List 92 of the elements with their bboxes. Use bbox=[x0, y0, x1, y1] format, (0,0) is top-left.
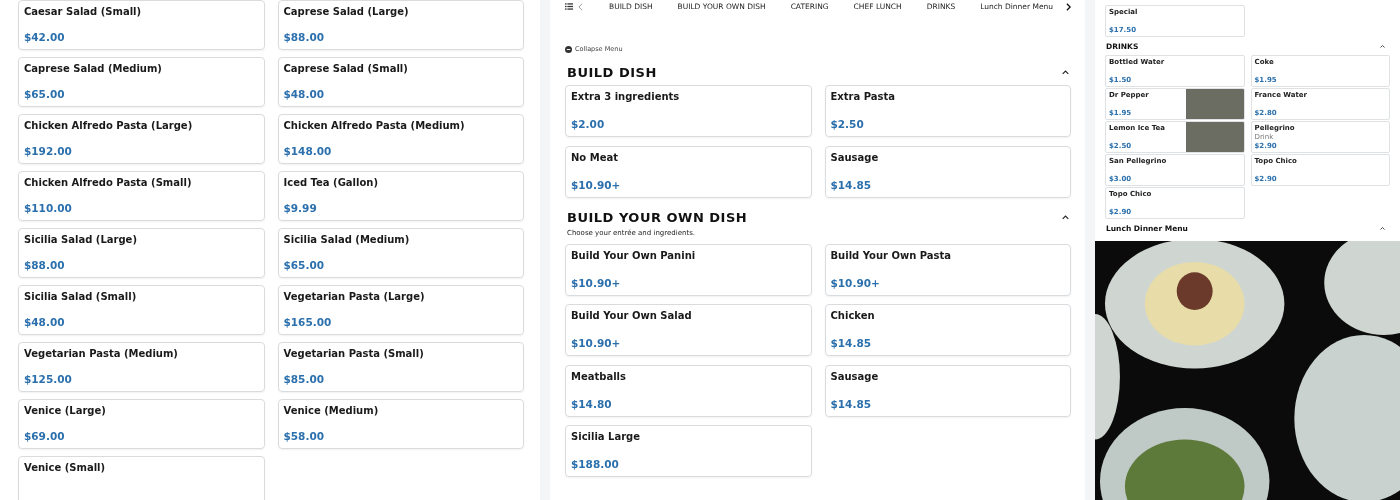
item-name: Sausage bbox=[830, 151, 879, 163]
chevron-up-icon[interactable] bbox=[1062, 214, 1069, 220]
menu-item-card[interactable]: Venice (Large) $69.00 bbox=[18, 399, 265, 449]
menu-item-card[interactable]: Chicken Alfredo Pasta (Medium) $148.00 bbox=[277, 114, 524, 164]
menu-item-card[interactable]: No Meat $10.90+ bbox=[565, 145, 812, 198]
menu-item-card[interactable]: Caprese Salad (Large) $88.00 bbox=[277, 0, 524, 50]
item-price: $10.90+ bbox=[571, 178, 621, 191]
item-price: $65.00 bbox=[283, 259, 325, 271]
item-price: $14.85 bbox=[830, 397, 872, 410]
item-price: $42.00 bbox=[24, 31, 65, 43]
menu-item-card[interactable]: Build Your Own Salad $10.90+ bbox=[565, 304, 812, 356]
menu-item-card[interactable]: Iced Tea (Gallon) $9.99 bbox=[277, 171, 524, 221]
item-name: Meatballs bbox=[571, 370, 626, 382]
item-price: $58.00 bbox=[283, 430, 325, 442]
item-price: $10.90+ bbox=[571, 337, 621, 349]
item-name: Sausage bbox=[830, 370, 879, 382]
item-name: Extra Pasta bbox=[830, 91, 895, 102]
item-name: Build Your Own Pasta bbox=[830, 249, 952, 261]
menu-item-card[interactable]: Caprese Salad (Medium) $65.00 bbox=[18, 57, 265, 107]
item-name: Caesar Salad (Small) bbox=[24, 6, 142, 17]
menu-item-card[interactable]: Vegetarian Pasta (Small) $85.00 bbox=[277, 342, 524, 392]
item-price: $69.00 bbox=[24, 430, 65, 442]
item-name: Vegetarian Pasta (Small) bbox=[283, 348, 424, 359]
item-price: $188.00 bbox=[571, 458, 619, 470]
menu-item-card[interactable]: Build Your Own Pasta $10.90+ bbox=[824, 243, 1071, 296]
chevron-up-icon[interactable] bbox=[1380, 227, 1385, 230]
list-icon[interactable] bbox=[565, 3, 573, 10]
chevron-up-icon[interactable] bbox=[1062, 70, 1069, 75]
menu-item-card[interactable]: Caesar Salad (Small) $42.00 bbox=[18, 0, 265, 50]
item-price: $192.00 bbox=[24, 145, 72, 157]
item-name: Caprese Salad (Small) bbox=[283, 63, 408, 74]
item-price: $14.80 bbox=[571, 397, 612, 410]
menu-item-card[interactable]: Chicken Alfredo Pasta (Large) $192.00 bbox=[18, 114, 265, 164]
item-price: $85.00 bbox=[283, 373, 325, 385]
chevron-right-icon[interactable] bbox=[1066, 2, 1071, 11]
section-title: BUILD YOUR OWN DISH bbox=[567, 209, 748, 225]
item-price: $148.00 bbox=[283, 145, 332, 157]
item-price: $10.90+ bbox=[830, 276, 880, 289]
item-name: Chicken Alfredo Pasta (Large) bbox=[24, 120, 193, 131]
menu-item-card[interactable]: Extra 3 ingredients $2.00 bbox=[565, 85, 812, 137]
item-name: Caprese Salad (Medium) bbox=[24, 63, 162, 74]
item-price: $9.99 bbox=[283, 202, 317, 214]
item-name: Build Your Own Panini bbox=[571, 249, 696, 261]
item-price: $2.50 bbox=[830, 118, 864, 130]
section-title: BUILD DISH bbox=[567, 65, 657, 80]
item-name: Vegetarian Pasta (Large) bbox=[283, 291, 425, 302]
menu-item-card[interactable]: Venice (Small) bbox=[18, 456, 265, 500]
menu-item-card[interactable]: Sausage $14.85 bbox=[824, 145, 1071, 198]
item-name: Vegetarian Pasta (Medium) bbox=[24, 348, 178, 359]
menu-item-card[interactable]: Sausage $14.85 bbox=[824, 364, 1071, 417]
item-name: Extra 3 ingredients bbox=[571, 91, 680, 102]
menu-item-card[interactable]: Extra Pasta $2.50 bbox=[824, 85, 1071, 137]
item-name: Chicken bbox=[830, 310, 875, 321]
item-price: $65.00 bbox=[24, 88, 65, 100]
item-price: $48.00 bbox=[283, 88, 325, 100]
item-name: Build Your Own Salad bbox=[571, 310, 692, 321]
menu-item-card[interactable]: Sicilia Salad (Medium) $65.00 bbox=[277, 228, 524, 278]
item-price: $88.00 bbox=[24, 259, 65, 271]
item-name: Venice (Medium) bbox=[283, 405, 379, 416]
menu-item-card[interactable]: Vegetarian Pasta (Large) $165.00 bbox=[277, 285, 524, 335]
menu-item-card[interactable]: Caprese Salad (Small) $48.00 bbox=[277, 57, 524, 107]
menu-item-card[interactable]: Chicken Alfredo Pasta (Small) $110.00 bbox=[18, 171, 265, 221]
menu-item-card[interactable]: Venice (Medium) $58.00 bbox=[277, 399, 524, 449]
menu-item-card[interactable]: Vegetarian Pasta (Medium) $125.00 bbox=[18, 342, 265, 392]
chevron-up-icon[interactable] bbox=[1380, 45, 1385, 48]
menu-item-card[interactable]: Chicken $14.85 bbox=[824, 304, 1071, 356]
menu-item-card[interactable]: Sicilia Large $188.00 bbox=[565, 425, 812, 477]
item-price: $88.00 bbox=[283, 31, 325, 43]
item-name: Sicilia Salad (Small) bbox=[24, 291, 137, 302]
item-price: $14.85 bbox=[830, 337, 872, 349]
menu-item-card[interactable]: Meatballs $14.80 bbox=[565, 364, 812, 417]
item-name: No Meat bbox=[571, 151, 618, 163]
item-price: $14.85 bbox=[830, 178, 872, 191]
item-name: Chicken Alfredo Pasta (Medium) bbox=[283, 120, 465, 131]
item-name: Chicken Alfredo Pasta (Small) bbox=[24, 177, 192, 188]
minus-circle-icon[interactable] bbox=[565, 45, 572, 53]
item-price: $125.00 bbox=[24, 373, 72, 385]
menu-item-card[interactable]: Sicilia Salad (Large) $88.00 bbox=[18, 228, 265, 278]
item-price: $48.00 bbox=[24, 316, 65, 328]
item-name: Sicilia Large bbox=[571, 431, 641, 442]
item-name: Iced Tea (Gallon) bbox=[283, 177, 379, 188]
item-price: $2.00 bbox=[571, 118, 605, 130]
menu-item-card[interactable]: Build Your Own Panini $10.90+ bbox=[565, 243, 812, 296]
item-name: Sicilia Salad (Medium) bbox=[283, 234, 410, 245]
item-name: Venice (Small) bbox=[24, 462, 106, 473]
menu-item-card[interactable]: Sicilia Salad (Small) $48.00 bbox=[18, 285, 265, 335]
item-price: $165.00 bbox=[283, 316, 332, 328]
item-name: Venice (Large) bbox=[24, 405, 106, 416]
item-price: $110.00 bbox=[24, 202, 72, 214]
item-price: $10.90+ bbox=[571, 276, 621, 289]
item-name: Sicilia Salad (Large) bbox=[24, 234, 137, 245]
item-name: Caprese Salad (Large) bbox=[283, 6, 409, 17]
